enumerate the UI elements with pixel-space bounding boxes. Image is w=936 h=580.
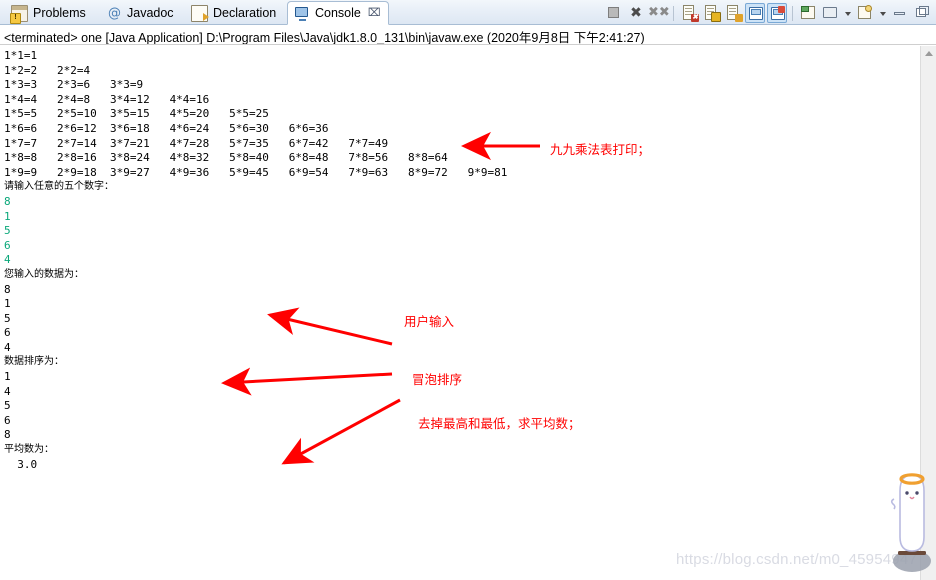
tab-console[interactable]: Console ⌧	[287, 1, 389, 25]
console-text: 1*1=1 1*2=2 2*2=4 1*3=3 2*3=6 3*3=9 1*4=4 2…	[4, 49, 904, 472]
console-line: 1	[4, 370, 11, 384]
close-icon[interactable]: ⌧	[368, 7, 381, 19]
console-line: 5	[4, 224, 11, 238]
tab-declaration-label: Declaration	[213, 6, 277, 21]
csdn-mascot-icon	[890, 473, 931, 572]
console-output-area[interactable]: 1*1=1 1*2=2 2*2=4 1*3=3 2*3=6 3*3=9 1*4=4 2…	[0, 46, 936, 580]
error-badge-icon	[778, 6, 785, 13]
console-output-icon	[749, 7, 763, 20]
console-line: 1	[4, 209, 11, 223]
minimize-button[interactable]	[890, 3, 910, 23]
display-selected-console-dropdown[interactable]	[842, 3, 853, 23]
console-line: 5	[4, 311, 11, 325]
chevron-down-icon	[844, 12, 851, 16]
console-line: 1*4=4 2*4=8 3*4=12 4*4=16	[4, 92, 210, 106]
console-line: 1*6=6 2*6=12 3*6=18 4*6=24 5*6=30 6*6=36	[4, 121, 329, 135]
show-console-on-error-button[interactable]	[767, 3, 787, 23]
console-line: 5	[4, 399, 11, 413]
problems-icon	[10, 5, 28, 24]
clear-badge-icon: ✖	[691, 14, 699, 22]
chevron-down-icon	[879, 12, 886, 16]
console-icon	[295, 5, 310, 21]
declaration-icon	[191, 5, 209, 22]
show-console-on-output-button[interactable]	[745, 3, 765, 23]
new-console-icon	[858, 5, 872, 19]
remove-all-terminated-button[interactable]: ✖✖	[648, 3, 670, 23]
console-line: 4	[4, 384, 11, 398]
tab-javadoc-label: Javadoc	[127, 6, 174, 21]
console-toolbar: ✖ ✖✖ ✖	[604, 2, 932, 24]
console-line: 您输入的数据为：	[4, 268, 84, 280]
scroll-lock-button[interactable]	[701, 3, 721, 23]
console-line: 1*1=1	[4, 49, 38, 62]
console-line: 4	[4, 340, 11, 354]
pin-console-icon	[801, 6, 815, 19]
tab-javadoc[interactable]: @ Javadoc	[100, 2, 181, 25]
view-tab-bar: Problems @ Javadoc Declaration Console ⌧…	[0, 0, 936, 25]
console-line: 4	[4, 253, 11, 267]
toolbar-separator	[792, 5, 793, 21]
console-line: 平均数为：	[4, 444, 54, 456]
console-line: 6	[4, 238, 11, 252]
maximize-icon	[916, 6, 929, 17]
open-console-button[interactable]	[855, 3, 875, 23]
display-selected-console-button[interactable]	[820, 3, 840, 23]
minimize-icon	[894, 12, 905, 15]
console-line: 6	[4, 326, 11, 340]
lock-badge-icon	[711, 12, 721, 22]
tab-problems-label: Problems	[33, 6, 86, 21]
launch-status-line: <terminated> one [Java Application] D:\P…	[0, 25, 936, 45]
console-line: 1*7=7 2*7=14 3*7=21 4*7=28 5*7=35 6*7=42…	[4, 136, 389, 150]
javadoc-icon: @	[108, 6, 121, 21]
double-x-icon: ✖✖	[648, 5, 670, 20]
word-wrap-button[interactable]	[723, 3, 743, 23]
console-line: 1*8=8 2*8=16 3*8=24 4*8=32 5*8=40 6*8=48…	[4, 151, 448, 165]
pin-console-button[interactable]	[798, 3, 818, 23]
remove-launch-button[interactable]: ✖	[626, 3, 646, 23]
console-line: 请输入任意的五个数字：	[4, 181, 114, 193]
console-line: 数据排序为：	[4, 356, 64, 368]
console-line: 8	[4, 428, 11, 442]
console-line: 1*3=3 2*3=6 3*3=9	[4, 78, 144, 92]
wrap-badge-icon	[735, 14, 743, 22]
terminate-button[interactable]	[604, 3, 624, 23]
maximize-button[interactable]	[912, 3, 932, 23]
console-line: 8	[4, 194, 11, 208]
console-line: 1*9=9 2*9=18 3*9=27 4*9=36 5*9=45 6*9=54…	[4, 165, 508, 179]
console-line: 1*5=5 2*5=10 3*5=15 4*5=20 5*5=25	[4, 107, 269, 121]
scroll-up-icon[interactable]	[925, 51, 933, 56]
tab-console-label: Console	[315, 5, 361, 20]
tab-declaration[interactable]: Declaration	[184, 2, 283, 25]
monitor-icon	[823, 7, 837, 18]
x-icon: ✖	[630, 5, 642, 21]
console-line: 1*2=2 2*2=4	[4, 63, 91, 77]
console-line: 6	[4, 413, 11, 427]
console-line: 8	[4, 282, 11, 296]
console-line: 3.0	[4, 457, 38, 471]
csdn-watermark-url: https://blog.csdn.net/m0_45954947	[676, 551, 917, 568]
stop-square-icon	[608, 7, 619, 18]
open-console-dropdown[interactable]	[877, 3, 888, 23]
toolbar-separator	[673, 5, 674, 21]
tab-problems[interactable]: Problems	[4, 2, 93, 25]
console-line: 1	[4, 297, 11, 311]
clear-console-button[interactable]: ✖	[679, 3, 699, 23]
